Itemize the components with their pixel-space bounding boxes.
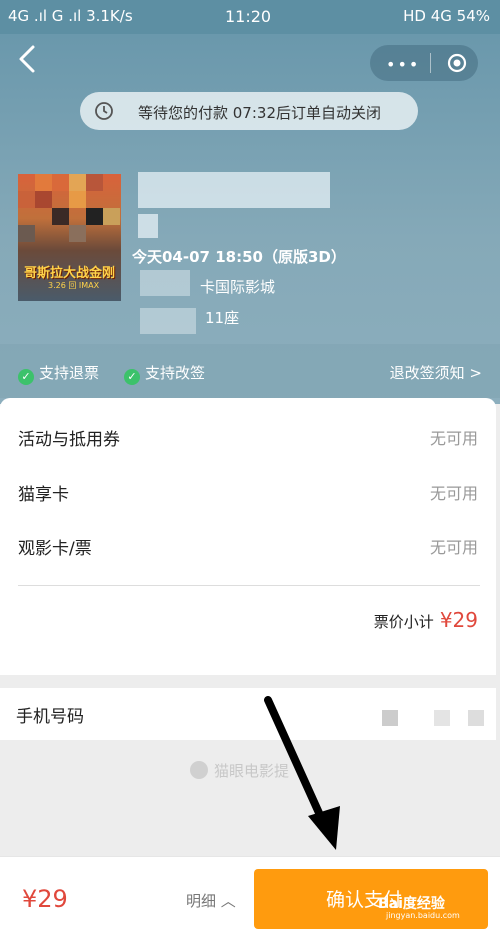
refund-support: ✓ 支持退票 (18, 362, 99, 385)
battery-status: HD 4G 54% (403, 7, 490, 25)
order-card: 活动与抵用券 无可用 猫享卡 无可用 观影卡/票 无可用 票价小计 ¥29 (0, 398, 496, 675)
cinema-name: 卡国际影城 (200, 278, 276, 296)
masked-phone (468, 710, 484, 726)
total-price: ¥29 (22, 885, 68, 913)
membership-value: 无可用 (429, 484, 478, 503)
poster-date: 3.26 回 IMAX (48, 281, 100, 290)
check-icon: ✓ (124, 369, 140, 385)
cat-logo-icon (190, 761, 208, 779)
membership-card-row[interactable]: 猫享卡 无可用 (18, 480, 478, 505)
membership-label: 猫享卡 (18, 485, 69, 505)
coupon-label: 活动与抵用券 (18, 430, 120, 450)
refund-rules-link[interactable]: 退改签须知 > (390, 362, 482, 383)
masked-phone (434, 710, 450, 726)
network-status: 4G .ıl G .ıl 3.1K/s (8, 7, 133, 25)
clock-time: 11:20 (225, 7, 272, 26)
price-subtotal: 票价小计 ¥29 (374, 608, 478, 632)
divider (18, 585, 480, 586)
more-icon[interactable]: ••• (386, 55, 420, 74)
countdown-text: 等待您的付款 07:32后订单自动关闭 (138, 104, 381, 122)
capsule-divider (430, 53, 431, 73)
payment-bar: ¥29 明细 ︿ 确认支付 Bai度经验 jingyan.baidu.com (0, 856, 500, 943)
phone-number-row[interactable]: 手机号码 (0, 688, 496, 740)
phone-label: 手机号码 (16, 707, 84, 727)
clock-icon (95, 102, 113, 120)
blurred-detail (138, 214, 158, 238)
movie-card-value: 无可用 (429, 538, 478, 557)
back-arrow-icon[interactable] (14, 44, 40, 74)
annotation-arrow-icon (264, 696, 340, 850)
change-label: 支持改签 (145, 364, 206, 382)
movie-card-row[interactable]: 观影卡/票 无可用 (18, 534, 478, 559)
blurred-detail (140, 308, 196, 334)
coupon-value: 无可用 (429, 429, 478, 448)
blurred-detail (140, 270, 190, 296)
coupon-row[interactable]: 活动与抵用券 无可用 (18, 425, 478, 450)
miniprogram-capsule: ••• (370, 45, 478, 81)
showtime: 今天04-07 18:50（原版3D） (132, 248, 346, 266)
refund-label: 支持退票 (39, 364, 100, 382)
blurred-movie-name (138, 172, 330, 208)
baidu-jingyan-watermark: Bai度经验 (378, 896, 445, 912)
movie-card-label: 观影卡/票 (18, 539, 92, 559)
change-support: ✓ 支持改签 (124, 362, 205, 385)
ticket-policy-bar: ✓ 支持退票 ✓ 支持改签 退改签须知 > (0, 344, 500, 398)
confirm-pay-button[interactable]: 确认支付 (254, 869, 488, 929)
baidu-url: jingyan.baidu.com (386, 911, 460, 920)
poster-title: 哥斯拉大战金刚 (24, 266, 116, 281)
subtotal-label: 票价小计 (373, 613, 434, 631)
status-bar: 4G .ıl G .ıl 3.1K/s 11:20 HD 4G 54% (0, 0, 500, 34)
seat-info: 11座 (205, 309, 240, 327)
movie-poster: 哥斯拉大战金刚 3.26 回 IMAX (18, 174, 121, 301)
payment-countdown-banner: 等待您的付款 07:32后订单自动关闭 (80, 92, 418, 130)
price-detail-toggle[interactable]: 明细 ︿ (186, 890, 236, 911)
check-icon: ✓ (18, 369, 34, 385)
masked-phone (382, 710, 398, 726)
close-miniprogram-icon[interactable] (447, 53, 467, 73)
subtotal-amount: ¥29 (439, 608, 478, 632)
